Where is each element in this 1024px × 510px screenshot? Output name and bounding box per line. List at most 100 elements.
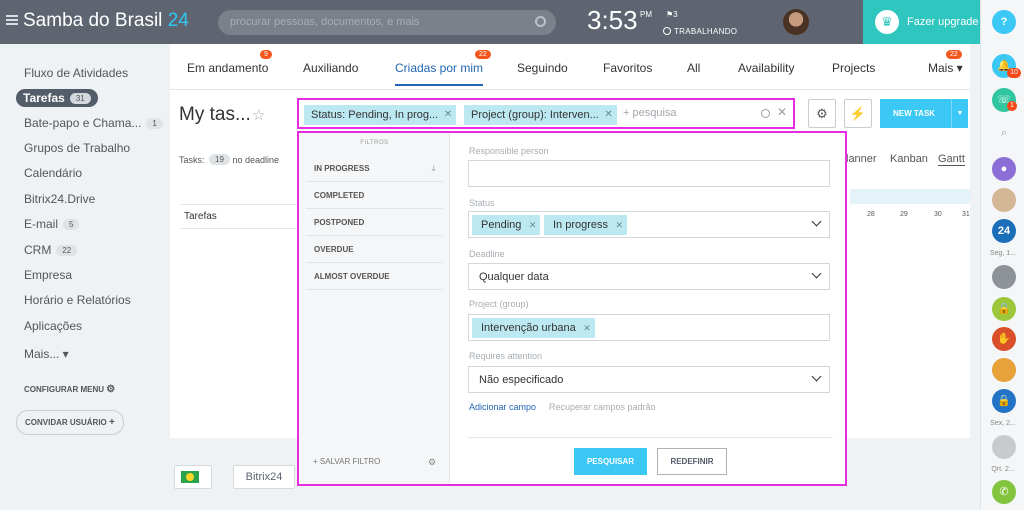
tab-availability[interactable]: Availability <box>738 61 794 75</box>
filter-search-input[interactable]: + pesquisa <box>623 107 677 119</box>
robots-button[interactable]: ⚡ <box>844 99 872 128</box>
contact-avatar[interactable] <box>992 435 1016 459</box>
save-filter-label: SALVAR FILTRO <box>319 457 381 466</box>
deadline-select[interactable]: Qualquer data <box>468 263 830 290</box>
filter-chip-project[interactable]: Project (group): Interven... ✕ <box>464 105 617 125</box>
menu-icon[interactable] <box>6 15 18 25</box>
user-icon[interactable]: ● <box>992 157 1016 181</box>
sidebar-item-label: Horário e Relatórios <box>24 293 131 307</box>
sidebar-item-chat[interactable]: Bate-papo e Chama... 1 <box>24 116 163 130</box>
invite-user-button[interactable]: CONVIDAR USUÁRIO + <box>16 410 124 435</box>
tasks-count[interactable]: 19 <box>209 154 230 165</box>
sidebar-item-drive[interactable]: Bitrix24.Drive <box>24 192 95 206</box>
contact-avatar[interactable] <box>992 188 1016 212</box>
tab-projects[interactable]: Projects <box>832 61 875 75</box>
upgrade-label: Fazer upgrade <box>907 16 979 28</box>
tab-following[interactable]: Seguindo <box>517 61 568 75</box>
sidebar-item-label: CRM <box>24 243 52 257</box>
tab-favorites[interactable]: Favoritos <box>603 61 652 75</box>
preset-in-progress[interactable]: IN PROGRESS ⇣ <box>306 155 443 182</box>
help-icon[interactable]: ? <box>992 10 1016 34</box>
sidebar-item-label: Bitrix24.Drive <box>24 192 96 206</box>
search-button[interactable]: PESQUISAR <box>574 448 647 475</box>
sidebar-item-tasks[interactable]: Tarefas 31 <box>16 89 98 107</box>
configure-menu-button[interactable]: CONFIGURAR MENU ⚙ <box>24 384 115 395</box>
project-field[interactable]: Intervenção urbana ✕ <box>468 314 830 341</box>
chevron-down-icon[interactable] <box>811 216 822 227</box>
attention-select[interactable]: Não especificado <box>468 366 830 393</box>
bitrix24-button[interactable]: Bitrix24 <box>233 465 295 489</box>
search-icon[interactable] <box>761 109 770 118</box>
sidebar-item-crm[interactable]: CRM 22 <box>24 243 78 257</box>
sidebar-item-groups[interactable]: Grupos de Trabalho <box>24 141 130 155</box>
filter-popup: FILTROS IN PROGRESS ⇣ COMPLETED POSTPONED… <box>297 131 847 486</box>
new-task-button[interactable]: NEW TASK ▼ <box>880 99 968 128</box>
tab-more[interactable]: Mais ▾ 22 <box>928 50 963 75</box>
view-gantt[interactable]: Gantt <box>938 153 965 166</box>
close-icon[interactable]: ✕ <box>604 105 612 125</box>
bitrix24-icon[interactable]: 24 <box>992 219 1016 243</box>
filter-chip-status[interactable]: Status: Pending, In prog... ✕ <box>304 105 457 125</box>
view-planner[interactable]: lanner <box>846 153 877 165</box>
tab-all[interactable]: All <box>687 61 700 75</box>
pin-icon[interactable]: ⇣ <box>430 155 437 182</box>
filter-search-bar[interactable]: Status: Pending, In prog... ✕ Project (gr… <box>297 98 795 129</box>
sidebar-item-apps[interactable]: Aplicações <box>24 319 82 333</box>
reset-button[interactable]: REDEFINIR <box>657 448 727 475</box>
table-row[interactable]: Tarefas <box>180 204 300 229</box>
restore-fields-link[interactable]: Recuperar campos padrão <box>549 402 656 412</box>
lock-icon[interactable]: 🔒 <box>992 297 1016 321</box>
preset-postponed[interactable]: POSTPONED <box>306 209 443 236</box>
sidebar-item-calendar[interactable]: Calendário <box>24 166 82 180</box>
upgrade-button[interactable]: ♛ Fazer upgrade <box>863 0 980 44</box>
attention-value: Não especificado <box>479 374 564 386</box>
chevron-down-icon[interactable]: ▼ <box>951 99 968 128</box>
portal-logo[interactable]: Samba do Brasil 24 <box>23 10 189 32</box>
clock[interactable]: 3:53 <box>587 5 638 36</box>
save-filter-button[interactable]: + SALVAR FILTRO <box>313 457 380 466</box>
close-icon[interactable]: ✕ <box>615 215 623 235</box>
contact-avatar[interactable] <box>992 265 1016 289</box>
close-icon[interactable]: ✕ <box>529 215 537 235</box>
preset-completed[interactable]: COMPLETED <box>306 182 443 209</box>
gantt-header: 28 29 30 31 <box>850 189 970 218</box>
chat-badge: 1 <box>1007 101 1017 111</box>
project-chip[interactable]: Intervenção urbana ✕ <box>472 318 595 338</box>
notifications-badge: 10 <box>1007 68 1021 78</box>
sidebar-item-activity[interactable]: Fluxo de Atividades <box>24 66 128 80</box>
settings-button[interactable]: ⚙ <box>808 99 836 128</box>
status-chip[interactable]: Pending ✕ <box>472 215 541 235</box>
status-icon <box>663 27 671 35</box>
language-selector[interactable] <box>174 465 212 489</box>
global-search-input[interactable]: procurar pessoas, documentos, e mais <box>218 10 556 35</box>
close-icon[interactable]: ✕ <box>583 318 591 338</box>
sidebar-item-email[interactable]: E-mail 5 <box>24 217 80 231</box>
close-icon[interactable]: ✕ <box>777 105 787 119</box>
search-icon[interactable]: ⌕ <box>992 121 1016 145</box>
add-field-link[interactable]: Adicionar campo <box>469 402 536 412</box>
preset-almost-overdue[interactable]: ALMOST OVERDUE <box>306 263 443 290</box>
user-avatar[interactable] <box>783 9 809 35</box>
close-icon[interactable]: ✕ <box>444 105 452 125</box>
lock-icon[interactable]: 🔒 <box>992 389 1016 413</box>
tab-created-by-me[interactable]: Criadas por mim 22 <box>395 50 491 86</box>
status-field[interactable]: Pending ✕ In progress ✕ <box>468 211 830 238</box>
sidebar-item-more[interactable]: Mais... ▾ <box>24 347 69 361</box>
contact-avatar[interactable] <box>992 358 1016 382</box>
gear-icon[interactable]: ⚙ <box>428 457 436 468</box>
work-status[interactable]: TRABALHANDO <box>663 27 737 36</box>
responsible-field[interactable] <box>468 160 830 187</box>
sidebar-item-company[interactable]: Empresa <box>24 268 72 282</box>
status-chip[interactable]: In progress ✕ <box>544 215 628 235</box>
view-kanban[interactable]: Kanban <box>890 153 928 165</box>
chip-label: In progress <box>553 219 609 231</box>
phone-icon[interactable]: ✆ <box>992 480 1016 504</box>
preset-overdue[interactable]: OVERDUE <box>306 236 443 263</box>
flag-icon[interactable]: ⚑3 <box>666 10 678 19</box>
group-icon[interactable]: ✋ <box>992 327 1016 351</box>
gantt-day: 28 <box>867 211 875 218</box>
tab-assisting[interactable]: Auxiliando <box>303 61 358 75</box>
sidebar-item-time[interactable]: Horário e Relatórios <box>24 293 131 307</box>
star-icon[interactable]: ☆ <box>252 106 265 124</box>
tab-in-progress[interactable]: Em andamento 9 <box>187 50 272 75</box>
